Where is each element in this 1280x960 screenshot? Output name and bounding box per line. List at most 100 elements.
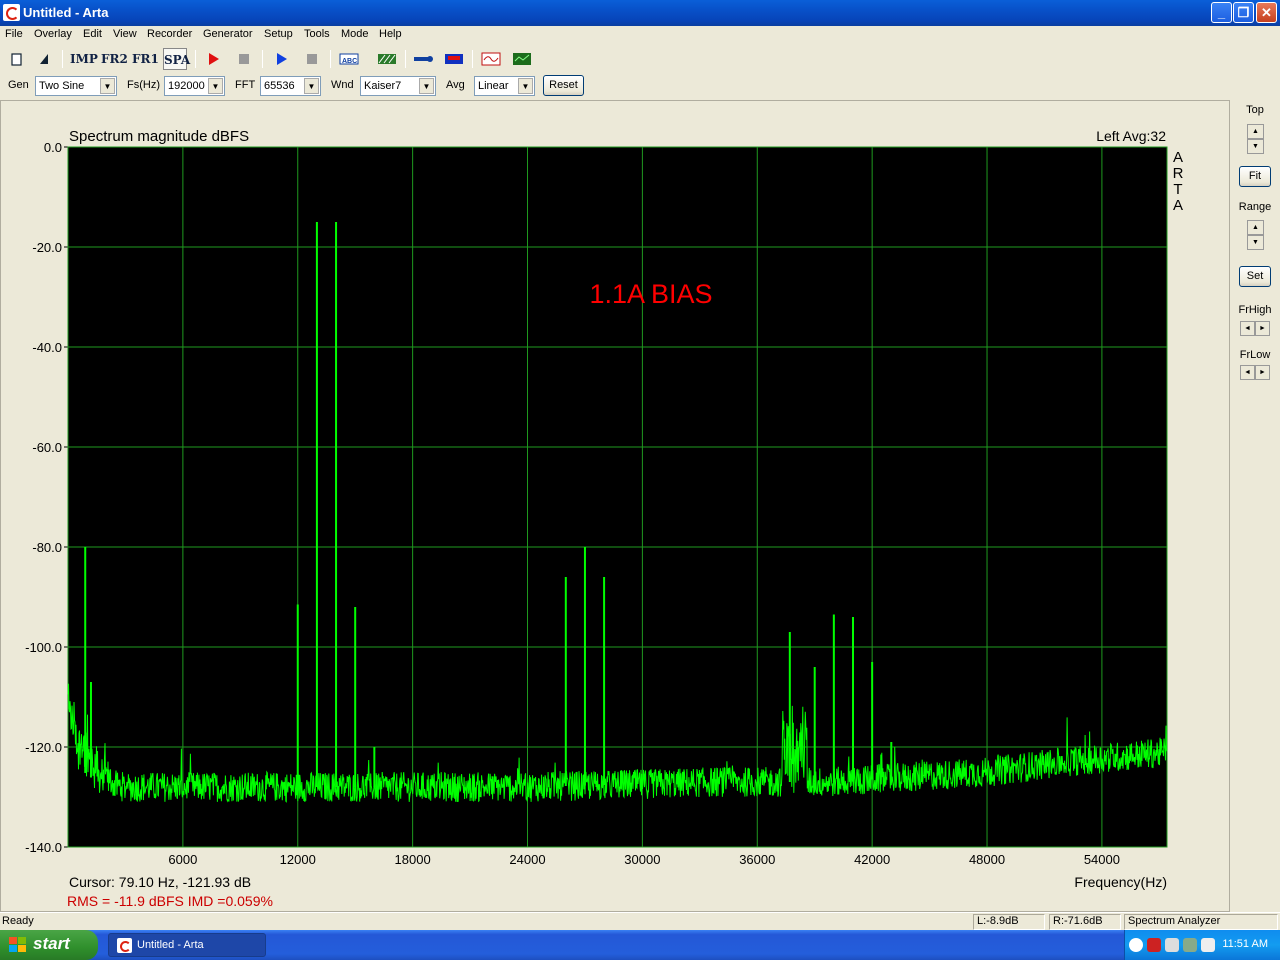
y-tick-label: -140.0	[25, 840, 62, 855]
close-button[interactable]: ✕	[1256, 2, 1277, 23]
fft-size-select[interactable]: 65536 ▼	[260, 76, 321, 96]
y-tick-label: -100.0	[25, 640, 62, 655]
spectrum-view-icon[interactable]	[510, 48, 534, 70]
range-spinner[interactable]: ▲ ▼	[1247, 220, 1264, 250]
chevron-down-icon[interactable]: ▼	[304, 78, 319, 94]
status-mode: Spectrum Analyzer	[1128, 915, 1221, 927]
frlow-label: FrLow	[1239, 349, 1271, 361]
generator-play-icon[interactable]	[269, 48, 293, 70]
y-tick-label: -20.0	[32, 240, 62, 255]
menu-generator[interactable]: Generator	[203, 28, 253, 40]
tray-expand-icon[interactable]	[1129, 938, 1143, 952]
menu-recorder[interactable]: Recorder	[147, 28, 192, 40]
mode-fr1-button[interactable]: FR1	[132, 48, 159, 70]
chevron-up-icon[interactable]: ▲	[1247, 220, 1264, 235]
menu-view[interactable]: View	[113, 28, 137, 40]
mode-fr2-button[interactable]: FR2	[101, 48, 128, 70]
chevron-down-icon[interactable]: ▼	[518, 78, 533, 94]
mode-spa-button[interactable]: SPA	[163, 48, 190, 70]
x-tick-label: 24000	[509, 852, 545, 867]
probe-icon[interactable]	[411, 48, 435, 70]
taskbar: start Untitled - Arta 11:51 AM	[0, 930, 1280, 960]
chevron-right-icon[interactable]: ►	[1255, 365, 1270, 380]
sample-rate-select[interactable]: 192000 ▼	[164, 76, 225, 96]
generator-stop-icon[interactable]	[300, 48, 324, 70]
security-shield-icon[interactable]	[1147, 938, 1161, 952]
sample-rate-value: 192000	[168, 80, 205, 92]
chevron-down-icon[interactable]: ▼	[1247, 235, 1264, 250]
menu-tools[interactable]: Tools	[304, 28, 330, 40]
menu-mode[interactable]: Mode	[341, 28, 369, 40]
taskbar-clock: 11:51 AM	[1222, 938, 1268, 950]
x-tick-label: 12000	[280, 852, 316, 867]
frlow-spinner[interactable]: ◄ ►	[1240, 365, 1270, 380]
arta-window: Untitled - Arta _ ❐ ✕ File Overlay Edit …	[0, 0, 1280, 930]
menu-edit[interactable]: Edit	[83, 28, 102, 40]
plot-background[interactable]	[68, 147, 1167, 847]
new-file-icon[interactable]	[4, 48, 28, 70]
scope-icon[interactable]	[479, 48, 503, 70]
fft-size-value: 65536	[264, 80, 295, 92]
window-value: Kaiser7	[364, 80, 402, 92]
fs-label: Fs(Hz)	[127, 79, 160, 91]
start-button[interactable]: start	[0, 930, 98, 960]
range-label: Range	[1238, 201, 1272, 213]
x-tick-label: 30000	[624, 852, 660, 867]
left-level: L:-8.9dB	[977, 915, 1019, 927]
bias-annotation: 1.1A BIAS	[589, 279, 712, 309]
arta-brand-letter: T	[1173, 181, 1182, 198]
fit-button[interactable]: Fit	[1239, 166, 1271, 187]
taskbar-item-arta[interactable]: Untitled - Arta	[108, 933, 266, 957]
window-title: Untitled - Arta	[23, 5, 109, 20]
chevron-left-icon[interactable]: ◄	[1240, 321, 1255, 336]
menu-file[interactable]: File	[5, 28, 23, 40]
x-tick-label: 48000	[969, 852, 1005, 867]
minimize-button[interactable]: _	[1211, 2, 1232, 23]
chevron-left-icon[interactable]: ◄	[1240, 365, 1255, 380]
printer-icon[interactable]	[1201, 938, 1215, 952]
record-stop-icon[interactable]	[232, 48, 256, 70]
generator-select[interactable]: Two Sine ▼	[35, 76, 117, 96]
y-tick-label: -40.0	[32, 340, 62, 355]
hatch-icon[interactable]	[375, 48, 399, 70]
reset-button[interactable]: Reset	[543, 75, 584, 96]
frhigh-spinner[interactable]: ◄ ►	[1240, 321, 1270, 336]
cursor-readout: Cursor: 79.10 Hz, -121.93 dB	[69, 874, 251, 890]
arta-app-icon[interactable]	[3, 4, 20, 21]
taskbar-item-label: Untitled - Arta	[137, 939, 204, 951]
network-icon[interactable]	[1165, 938, 1179, 952]
menu-bar: File Overlay Edit View Recorder Generato…	[0, 26, 1280, 45]
chevron-down-icon[interactable]: ▼	[208, 78, 223, 94]
meter-icon[interactable]	[442, 48, 466, 70]
menu-help[interactable]: Help	[379, 28, 402, 40]
title-bar[interactable]: Untitled - Arta _ ❐ ✕	[0, 0, 1280, 26]
averaging-select[interactable]: Linear ▼	[474, 76, 535, 96]
wnd-label: Wnd	[331, 79, 354, 91]
menu-overlay[interactable]: Overlay	[34, 28, 72, 40]
record-play-icon[interactable]	[201, 48, 225, 70]
arta-brand-letter: R	[1173, 165, 1184, 182]
spectrum-chart[interactable]: Spectrum magnitude dBFS Left Avg:32 0.0 -…	[1, 101, 1229, 911]
menu-setup[interactable]: Setup	[264, 28, 293, 40]
svg-text:ABC: ABC	[342, 58, 357, 65]
chevron-up-icon[interactable]: ▲	[1247, 124, 1264, 139]
plot-title: Spectrum magnitude dBFS	[69, 128, 249, 145]
chevron-down-icon[interactable]: ▼	[419, 78, 434, 94]
chevron-right-icon[interactable]: ►	[1255, 321, 1270, 336]
volume-icon[interactable]	[1183, 938, 1197, 952]
y-tick-label: -80.0	[32, 540, 62, 555]
maximize-button[interactable]: ❐	[1233, 2, 1254, 23]
mode-imp-button[interactable]: IMP	[70, 48, 98, 70]
chevron-down-icon[interactable]: ▼	[1247, 139, 1264, 154]
arta-brand-letter: A	[1173, 149, 1183, 166]
window-select[interactable]: Kaiser7 ▼	[360, 76, 436, 96]
x-tick-label: 54000	[1084, 852, 1120, 867]
open-file-icon[interactable]	[32, 48, 56, 70]
abc-icon[interactable]: ABC	[337, 48, 361, 70]
avg-label: Avg	[446, 79, 465, 91]
status-bar: Ready L:-8.9dB R:-71.6dB Spectrum Analyz…	[0, 912, 1280, 930]
set-button[interactable]: Set	[1239, 266, 1271, 287]
y-tick-label: -60.0	[32, 440, 62, 455]
top-spinner[interactable]: ▲ ▼	[1247, 124, 1264, 154]
chevron-down-icon[interactable]: ▼	[100, 78, 115, 94]
